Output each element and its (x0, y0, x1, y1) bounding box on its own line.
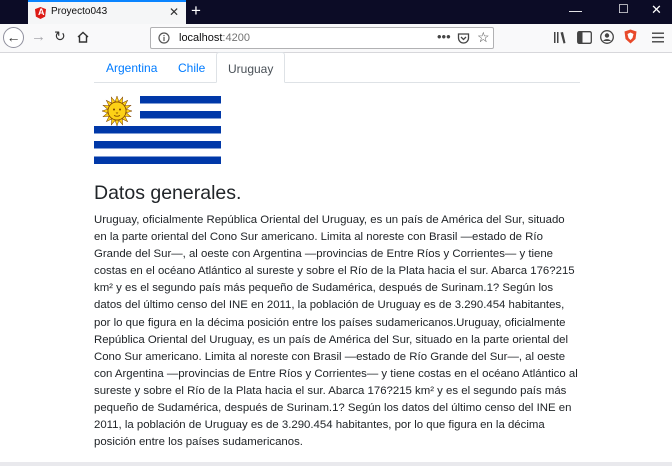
description-paragraph: Uruguay, oficialmente República Oriental… (94, 214, 578, 449)
forward-arrow-icon[interactable]: → (31, 28, 46, 45)
tab-argentina[interactable]: Argentina (95, 52, 168, 82)
sidebar-icon[interactable] (577, 31, 592, 44)
browser-toolbar: ← → ↻ localhost:4200 ••• ☆ (0, 24, 672, 53)
maximize-icon[interactable]: ☐ (618, 2, 629, 16)
url-port: :4200 (222, 32, 250, 44)
account-icon[interactable] (600, 30, 614, 44)
uruguay-flag (94, 96, 221, 164)
brave-shield-icon[interactable] (624, 29, 637, 44)
browser-tab-strip: Proyecto043 ✕ + — ☐ ✕ (0, 0, 672, 24)
url-host: localhost (179, 32, 223, 44)
bookmark-star-icon[interactable]: ☆ (477, 29, 490, 46)
browser-tab[interactable]: Proyecto043 ✕ (28, 0, 186, 24)
window-close-icon[interactable]: ✕ (651, 2, 662, 18)
new-tab-button[interactable]: + (191, 1, 201, 21)
window-bottom-edge (0, 462, 672, 466)
page-content: Argentina Chile Uruguay Datos generales.… (94, 52, 580, 448)
pocket-icon[interactable] (457, 32, 470, 45)
reload-icon[interactable]: ↻ (54, 28, 66, 45)
page-actions-icon[interactable]: ••• (437, 29, 451, 44)
tab-chile[interactable]: Chile (167, 52, 216, 82)
library-icon[interactable] (553, 31, 567, 44)
menu-icon[interactable] (652, 32, 664, 43)
page-title: Datos generales. (94, 182, 242, 204)
country-tabs: Argentina Chile Uruguay (94, 52, 580, 83)
sun-of-may-icon (101, 96, 133, 127)
browser-tab-title: Proyecto043 (51, 6, 108, 17)
info-icon[interactable] (158, 32, 170, 44)
address-bar[interactable]: localhost:4200 ••• ☆ (150, 27, 494, 49)
minimize-icon[interactable]: — (569, 3, 582, 18)
tab-uruguay[interactable]: Uruguay (216, 52, 286, 83)
angular-icon (35, 7, 46, 19)
home-icon[interactable] (76, 30, 90, 44)
back-arrow-icon[interactable]: ← (3, 27, 24, 48)
url-text[interactable]: localhost:4200 (179, 32, 250, 44)
close-icon[interactable]: ✕ (169, 5, 179, 19)
